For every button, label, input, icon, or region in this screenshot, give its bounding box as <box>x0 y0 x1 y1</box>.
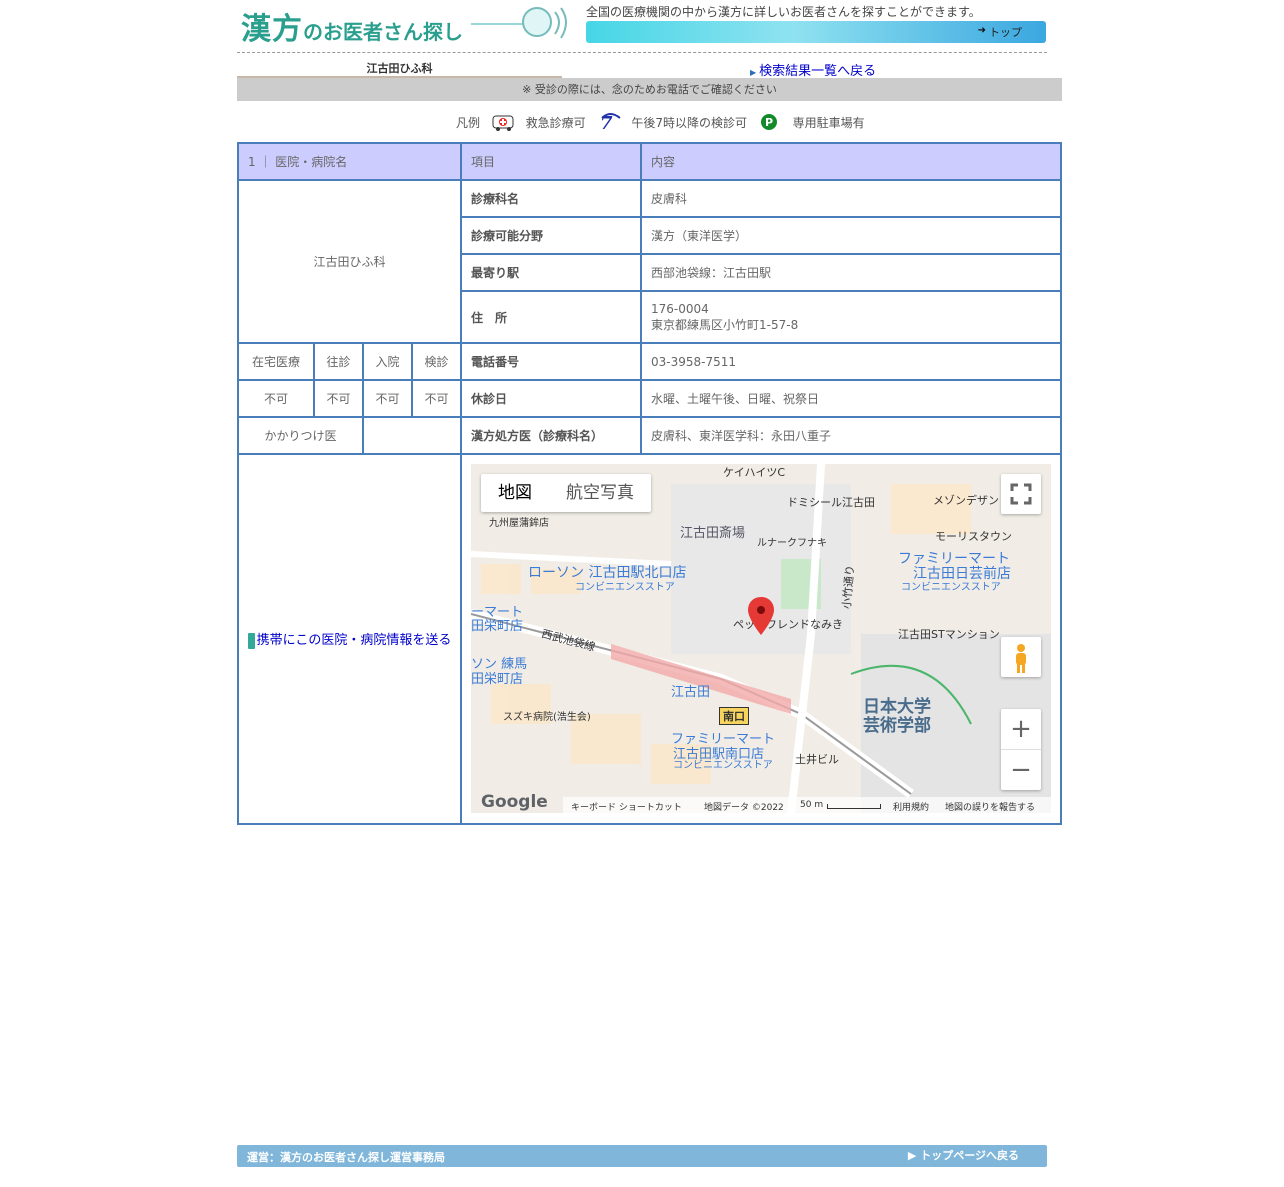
site-logo[interactable]: 漢方 のお医者さん探し <box>241 4 571 47</box>
map-label: 田栄町店 <box>471 672 524 687</box>
map-label: 九州屋蒲鉾店 <box>489 518 549 529</box>
map-data-text: 地図データ ©2022 <box>704 803 784 813</box>
row-value-field: 漢方（東洋医学） <box>640 216 1062 255</box>
triangle-right-icon: ▶ <box>750 68 757 77</box>
mobile-link-cell: 携帯にこの医院・病院情報を送る <box>237 453 462 825</box>
logo-wave-icon <box>471 7 567 39</box>
zoom-in-icon[interactable]: + <box>1001 709 1041 750</box>
map-label: 南口 <box>719 707 749 725</box>
map-label: 田栄町店 <box>471 619 524 634</box>
street-address: 東京都練馬区小竹町1-57-8 <box>651 318 799 332</box>
row-value-holiday: 水曜、土曜午後、日曜、祝祭日 <box>640 379 1062 418</box>
map-label: 芸術学部 <box>863 716 931 736</box>
pegman-icon[interactable] <box>1001 637 1041 677</box>
postal-code: 176-0004 <box>651 302 709 316</box>
keyboard-shortcuts-link[interactable]: キーボード ショートカット <box>571 800 682 813</box>
map-label: スズキ病院(浩生会) <box>503 712 591 723</box>
map-label: 江古田 <box>671 685 711 700</box>
row-label-address: 住 所 <box>460 290 642 344</box>
notice-bar: ※ 受診の際には、念のためお電話でご確認ください <box>237 78 1062 101</box>
google-map[interactable]: 地図 航空写真 ケイハイツC ドミシール江古田 メゾンデザン 九州屋蒲鉾店 江古… <box>471 464 1051 813</box>
terms-link[interactable]: 利用規約 <box>893 800 929 813</box>
row-label-field: 診療可能分野 <box>460 216 642 255</box>
row-value-department: 皮膚科 <box>640 179 1062 218</box>
map-label: コンビニエンスストア <box>673 760 773 771</box>
mobile-phone-icon <box>247 632 255 649</box>
legend: 凡例 救急診療可 7 午後7時以降の検診可 P 専用駐車場有 <box>456 112 865 134</box>
header-item: 項目 <box>460 142 642 181</box>
report-error-link[interactable]: 地図の誤りを報告する <box>945 800 1035 813</box>
service-header-visit: 往診 <box>313 342 364 381</box>
map-type-control: 地図 航空写真 <box>481 474 651 512</box>
back-to-top-link[interactable]: ▶ トップページへ戻る <box>908 1147 1019 1163</box>
row-label-station: 最寄り駅 <box>460 253 642 292</box>
scale-label: 50 m <box>800 800 824 810</box>
family-doctor-value <box>362 416 462 455</box>
clinic-name-cell: 江古田ひふ科 <box>237 179 462 344</box>
ambulance-icon <box>492 112 516 132</box>
map-label: コンビニエンスストア <box>901 582 1001 593</box>
map-label: ケイハイツC <box>723 466 786 479</box>
back-to-results-link[interactable]: ▶ 検索結果一覧へ戻る <box>750 60 876 79</box>
logo-sub-text: のお医者さん探し <box>303 20 463 44</box>
service-header-checkup: 検診 <box>411 342 462 381</box>
satellite-tab[interactable]: 航空写真 <box>549 474 651 512</box>
zoom-out-icon[interactable]: − <box>1001 750 1041 790</box>
clinic-name-tab: 江古田ひふ科 <box>237 60 562 78</box>
map-label: 江古田STマンション <box>898 628 1000 641</box>
header-divider <box>237 52 1047 53</box>
fullscreen-icon[interactable] <box>1001 474 1041 514</box>
map-pin-icon <box>748 597 774 635</box>
arrow-right-icon: ➜ <box>977 25 986 36</box>
top-banner: ➜ トップ <box>586 21 1046 43</box>
zoom-control: + − <box>1001 709 1041 790</box>
legend-title: 凡例 <box>456 115 481 130</box>
row-label-holiday: 休診日 <box>460 379 642 418</box>
legend-parking: 専用駐車場有 <box>792 115 865 130</box>
mobile-link-label: 携帯にこの医院・病院情報を送る <box>256 633 452 649</box>
map-label: モーリスタウン <box>935 530 1012 543</box>
top-link[interactable]: トップ <box>989 24 1022 40</box>
family-doctor-label: かかりつけ医 <box>237 416 364 455</box>
footer-bar: 運営：漢方のお医者さん探し運営事務局 ▶ トップページへ戻る <box>237 1145 1047 1167</box>
service-value-visit: 不可 <box>313 379 364 418</box>
row-value-kampo-doctor: 皮膚科、東洋医学科：永田八重子 <box>640 416 1062 455</box>
parking-icon: P <box>759 112 783 132</box>
map-label: メゾンデザン <box>933 494 999 507</box>
back-to-top-label: トップページへ戻る <box>920 1149 1019 1162</box>
mobile-send-link[interactable]: 携帯にこの医院・病院情報を送る <box>247 629 452 649</box>
service-header-home: 在宅医療 <box>237 342 315 381</box>
service-value-checkup: 不可 <box>411 379 462 418</box>
header-clinic-name: 1 ｜ 医院・病院名 <box>237 142 462 181</box>
row-label-kampo-doctor: 漢方処方医（診療科名） <box>460 416 642 455</box>
service-header-inpatient: 入院 <box>362 342 413 381</box>
service-value-inpatient: 不可 <box>362 379 413 418</box>
operator-text: 運営：漢方のお医者さん探し運営事務局 <box>247 1151 445 1164</box>
row-value-address: 176-0004 東京都練馬区小竹町1-57-8 <box>640 290 1062 344</box>
map-label: ルナークフナキ <box>757 538 827 549</box>
row-value-station: 西部池袋線：江古田駅 <box>640 253 1062 292</box>
map-tab[interactable]: 地図 <box>481 474 549 512</box>
logo-main-text: 漢方 <box>241 12 303 47</box>
row-value-phone: 03-3958-7511 <box>640 342 1062 381</box>
row-label-phone: 電話番号 <box>460 342 642 381</box>
google-logo: Google <box>481 792 548 812</box>
map-label: ドミシール江古田 <box>787 496 875 509</box>
legend-evening: 午後7時以降の検診可 <box>631 115 747 130</box>
map-label: 江古田斎場 <box>680 526 746 541</box>
site-intro-text: 全国の医療機関の中から漢方に詳しいお医者さんを探すことができます。 <box>586 5 981 19</box>
night-clinic-icon: 7 <box>598 112 622 134</box>
map-label: コンビニエンスストア <box>575 582 675 593</box>
scale-bar <box>827 804 881 809</box>
back-link-label: 検索結果一覧へ戻る <box>759 64 877 79</box>
row-label-department: 診療科名 <box>460 179 642 218</box>
header-content: 内容 <box>640 142 1062 181</box>
legend-emergency: 救急診療可 <box>525 115 586 130</box>
service-value-home: 不可 <box>237 379 315 418</box>
svg-text:P: P <box>765 116 773 129</box>
map-label: 土井ビル <box>795 753 839 766</box>
